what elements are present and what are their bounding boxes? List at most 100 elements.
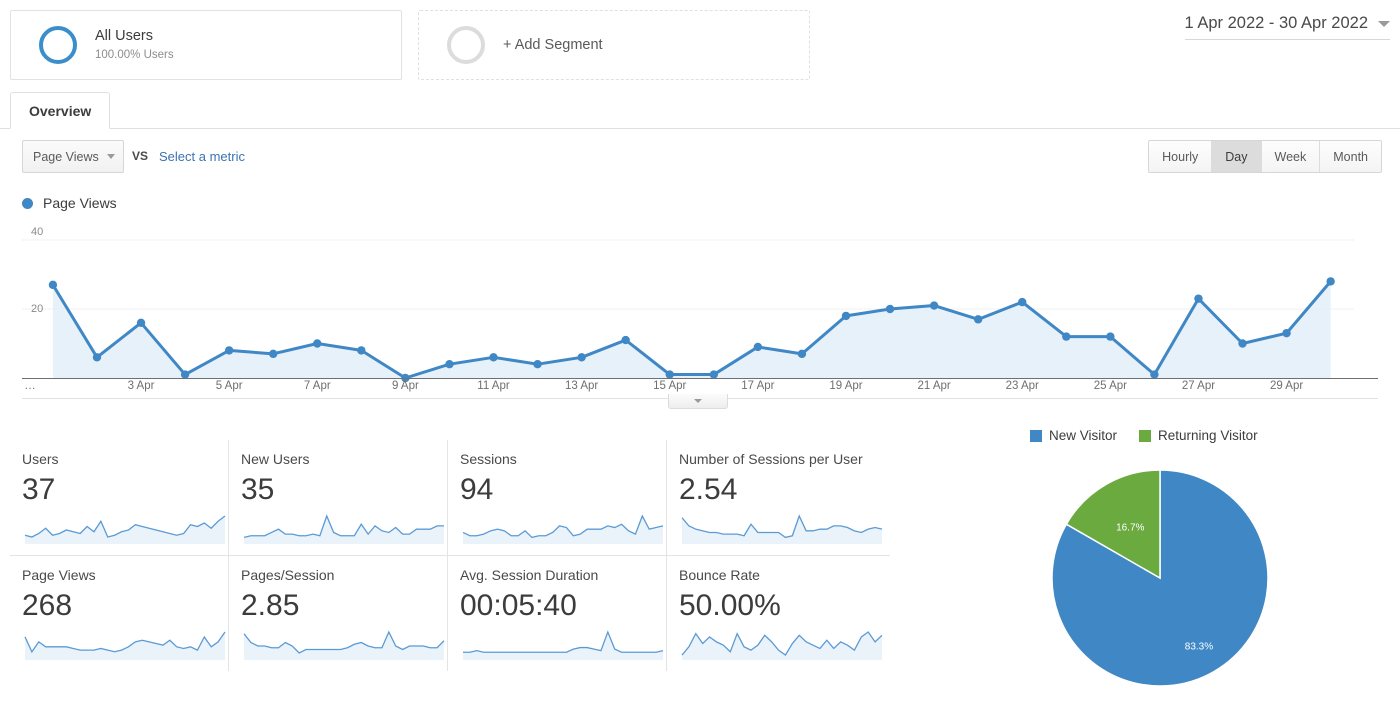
chevron-down-icon xyxy=(1378,20,1390,27)
metric-card-label: Page Views xyxy=(22,567,96,583)
metric-card-label: New Users xyxy=(241,451,310,467)
select-a-metric-link[interactable]: Select a metric xyxy=(159,149,245,164)
metric-card-label: Bounce Rate xyxy=(679,567,760,583)
main-chart-svg xyxy=(22,239,1354,383)
pie-slice-label: 83.3% xyxy=(1185,641,1213,652)
add-segment-ring-icon xyxy=(447,26,485,64)
segment-bar: All Users 100.00% Users + Add Segment 1 … xyxy=(0,0,1400,88)
x-axis-tick: 11 Apr xyxy=(477,380,510,392)
x-axis-tick: 17 Apr xyxy=(741,380,775,392)
vs-label: VS xyxy=(132,149,149,163)
metric-card-pages-per-session[interactable]: Pages/Session 2.85 xyxy=(229,556,448,671)
x-axis-tick: 7 Apr xyxy=(303,380,331,392)
metric-card-value: 50.00% xyxy=(679,589,781,622)
pie-legend: New Visitor Returning Visitor xyxy=(1020,428,1390,443)
x-axis-tick: 9 Apr xyxy=(391,380,419,392)
metric-card-sparkline xyxy=(462,514,664,544)
metric-card-sparkline xyxy=(681,514,883,544)
metric-card-value: 2.85 xyxy=(241,589,300,622)
granularity-month[interactable]: Month xyxy=(1320,141,1381,172)
metric-cards-grid: Users 37 New Users 35 Sessions 94 Number… xyxy=(10,440,890,671)
metric-card-bounce-rate[interactable]: Bounce Rate 50.00% xyxy=(667,556,886,671)
metric-card-page-views[interactable]: Page Views 268 xyxy=(10,556,229,671)
x-axis-tick: 13 Apr xyxy=(565,380,599,392)
segment-subtitle: 100.00% Users xyxy=(95,49,174,61)
metric-card-sparkline xyxy=(681,631,883,660)
chart-controls: Page Views VS Select a metric Hourly Day… xyxy=(0,140,1400,176)
metric-card-sparkline xyxy=(243,630,445,660)
granularity-week[interactable]: Week xyxy=(1261,141,1321,172)
pie-slice-label: 16.7% xyxy=(1116,523,1144,534)
segment-card-all-users[interactable]: All Users 100.00% Users xyxy=(10,10,402,80)
visitor-type-pie-panel: New Visitor Returning Visitor 83.3% 16.7% xyxy=(1020,428,1390,693)
add-segment-label: + Add Segment xyxy=(503,37,603,53)
date-range-picker[interactable]: 1 Apr 2022 - 30 Apr 2022 xyxy=(1184,14,1390,40)
x-axis-tick: 29 Apr xyxy=(1269,380,1304,392)
x-axis-tick: 3 Apr xyxy=(127,380,155,392)
metric-card-value: 268 xyxy=(22,589,73,622)
y-axis-tick-20: 20 xyxy=(31,303,44,315)
segment-title: All Users xyxy=(95,28,154,44)
granularity-day[interactable]: Day xyxy=(1212,141,1262,172)
pie-swatch-new-visitor xyxy=(1030,429,1042,442)
metric-card-sparkline xyxy=(463,630,664,660)
chart-x-axis-line xyxy=(22,378,1378,379)
chart-legend: Page Views xyxy=(22,195,117,211)
metric-cards-row-1: Users 37 New Users 35 Sessions 94 Number… xyxy=(10,440,890,555)
tab-overview-label: Overview xyxy=(29,102,92,119)
granularity-toggle-group: Hourly Day Week Month xyxy=(1148,140,1382,173)
metric-cards-row-2: Page Views 268 Pages/Session 2.85 Avg. S… xyxy=(10,556,890,671)
x-axis-tick: 27 Apr xyxy=(1181,380,1216,392)
metric-card-users[interactable]: Users 37 xyxy=(10,440,229,555)
metric-card-sparkline xyxy=(243,514,444,544)
x-axis-tick: 25 Apr xyxy=(1093,380,1127,392)
metric-card-label: Pages/Session xyxy=(241,567,335,583)
x-axis-tick: … xyxy=(24,380,36,392)
granularity-day-label: Day xyxy=(1225,149,1248,164)
add-segment-button[interactable]: + Add Segment xyxy=(418,10,810,80)
granularity-hourly[interactable]: Hourly xyxy=(1149,141,1213,172)
segment-text-block: All Users 100.00% Users xyxy=(95,27,174,63)
metric-card-value: 00:05:40 xyxy=(460,589,577,622)
metric-card-value: 35 xyxy=(241,473,275,506)
chevron-down-icon xyxy=(107,154,115,159)
metric-card-label: Number of Sessions per User xyxy=(679,451,863,467)
visitor-type-pie-chart[interactable]: 83.3% 16.7% xyxy=(1050,468,1270,688)
date-range-value: 1 Apr 2022 - 30 Apr 2022 xyxy=(1184,14,1368,32)
main-line-chart[interactable]: 40 20 xyxy=(0,222,1400,402)
pie-legend-label: Returning Visitor xyxy=(1158,428,1258,443)
x-axis-tick: 19 Apr xyxy=(829,380,863,392)
metric-card-label: Users xyxy=(22,451,59,467)
metric-select[interactable]: Page Views xyxy=(22,140,124,173)
legend-dot-icon xyxy=(22,197,33,209)
pie-legend-item-new-visitor[interactable]: New Visitor xyxy=(1030,428,1117,443)
collapse-handle-icon[interactable] xyxy=(668,394,728,409)
metric-card-value: 94 xyxy=(460,473,494,506)
metric-card-avg-session-duration[interactable]: Avg. Session Duration 00:05:40 xyxy=(448,556,667,671)
metric-select-value: Page Views xyxy=(33,149,99,164)
y-axis-tick-40: 40 xyxy=(31,226,44,238)
metric-card-new-users[interactable]: New Users 35 xyxy=(229,440,448,555)
x-axis-tick: 23 Apr xyxy=(1005,380,1039,392)
chart-legend-label: Page Views xyxy=(43,195,117,211)
x-axis-tick: 15 Apr xyxy=(653,380,687,392)
granularity-month-label: Month xyxy=(1333,149,1368,164)
metric-card-sparkline xyxy=(24,515,226,544)
x-axis-tick: 21 Apr xyxy=(917,380,951,392)
metric-card-value: 37 xyxy=(22,473,56,506)
metric-card-sparkline xyxy=(24,631,226,660)
granularity-week-label: Week xyxy=(1274,149,1307,164)
metric-card-label: Avg. Session Duration xyxy=(460,567,599,583)
tab-overview[interactable]: Overview xyxy=(10,92,111,129)
pie-legend-label: New Visitor xyxy=(1049,428,1118,443)
tab-strip: Overview xyxy=(0,92,1400,129)
pie-swatch-returning-visitor xyxy=(1139,429,1152,442)
metric-card-sessions[interactable]: Sessions 94 xyxy=(448,440,667,555)
metric-card-value: 2.54 xyxy=(679,473,738,506)
x-axis-tick: 5 Apr xyxy=(215,380,243,392)
segment-ring-icon xyxy=(39,26,77,64)
metric-card-sessions-per-user[interactable]: Number of Sessions per User 2.54 xyxy=(667,440,886,555)
granularity-hourly-label: Hourly xyxy=(1162,149,1199,164)
pie-legend-item-returning-visitor[interactable]: Returning Visitor xyxy=(1139,428,1258,443)
metric-card-label: Sessions xyxy=(460,451,517,467)
